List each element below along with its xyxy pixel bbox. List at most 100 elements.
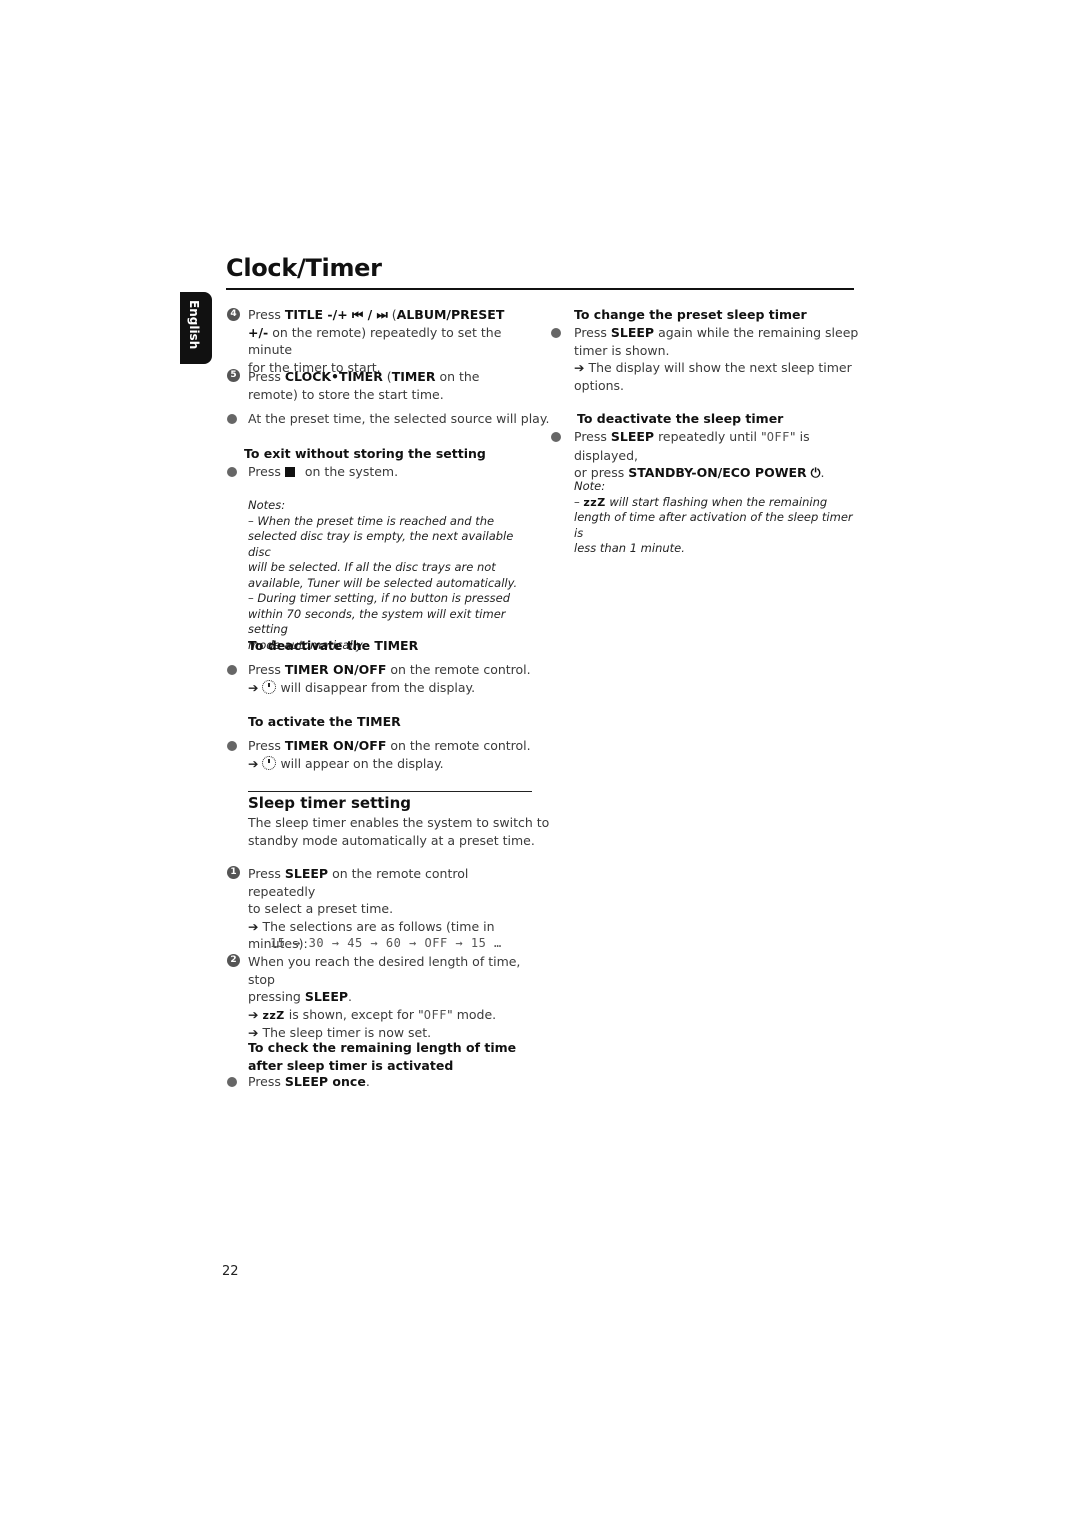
deactivate-timer-text: Press TIMER ON/OFF on the remote control…	[248, 661, 531, 696]
language-tab: English	[180, 292, 212, 364]
activate-pre: Press	[248, 738, 285, 753]
step-number-5: 5	[227, 369, 240, 382]
sleep-note-block: Note: – zzZ will start flashing when the…	[574, 479, 859, 557]
sleep-key: SLEEP	[610, 325, 655, 340]
step-4-line2: on the remote) repeatedly to set the min…	[248, 324, 502, 358]
timer-clock-icon	[262, 679, 277, 694]
deact-post1: repeatedly until "	[654, 429, 767, 444]
sleep-step-1-line3: The selections are as follows (time in	[258, 918, 495, 934]
sleep-sequence-display: 15 → 30 → 45 → 60 → OFF → 15 …	[270, 936, 502, 950]
sleep-section-title: Sleep timer setting	[248, 794, 411, 812]
page-title: Clock/Timer	[226, 254, 382, 282]
sleep-result-text: is shown, except for "	[284, 1006, 424, 1022]
bullet-icon	[227, 1077, 237, 1087]
activate-key: TIMER ON/OFF	[284, 738, 387, 753]
deact-line2-pre: or press	[574, 465, 629, 480]
deactivate-sleep-heading: To deactivate the sleep timer	[577, 411, 784, 426]
note-line: less than 1 minute.	[574, 541, 685, 555]
exit-text: Press on the system.	[248, 463, 398, 481]
note-line: – When the preset time is reached and th…	[248, 513, 495, 528]
power-icon: ⏻	[810, 465, 821, 480]
standby-key: STANDBY-ON/ECO POWER	[628, 465, 807, 480]
deact-end: .	[820, 465, 825, 480]
deact-pre: Press	[574, 429, 611, 444]
change-line3: The display will show the next sleep tim…	[584, 360, 852, 375]
arrow-icon: ➔	[248, 1025, 259, 1040]
sleep-step-2-post: .	[348, 989, 353, 1004]
step-number-1: 1	[227, 866, 240, 879]
activate-post: on the remote control.	[386, 738, 531, 753]
activate-timer-heading: To activate the TIMER	[248, 714, 401, 729]
sleep-key: SLEEP	[284, 866, 329, 881]
check-key: SLEEP once	[284, 1074, 366, 1089]
bullet-icon	[227, 414, 237, 424]
step-number-4: 4	[227, 308, 240, 321]
exit-heading: To exit without storing the setting	[244, 446, 486, 461]
step-5-pre: Press	[248, 369, 285, 384]
section-divider	[248, 791, 532, 792]
arrow-icon: ➔	[248, 1006, 259, 1022]
sleep-key: SLEEP	[304, 989, 349, 1004]
stop-icon	[284, 467, 295, 477]
off-display: OFF	[766, 430, 790, 444]
activate-result: will appear on the display.	[276, 755, 444, 771]
page-number: 22	[222, 1264, 239, 1279]
note-line: available, Tuner will be selected automa…	[248, 575, 518, 590]
step-4-title-keys: TITLE -/+ ⏮ / ⏭	[284, 307, 388, 322]
language-tab-label: English	[187, 300, 201, 350]
step-4-mid: (	[387, 307, 397, 322]
preset-bullet-text: At the preset time, the selected source …	[248, 411, 550, 426]
notes-label: Notes:	[248, 498, 286, 512]
step-4-album-preset: ALBUM/PRESET	[396, 307, 505, 322]
notes-block: Notes: – When the preset time is reached…	[248, 498, 538, 653]
change-sleep-heading: To change the preset sleep timer	[574, 307, 807, 322]
bullet-icon	[551, 328, 561, 338]
check-post: .	[365, 1074, 370, 1089]
change-pre: Press	[574, 325, 611, 340]
check-pre: Press	[248, 1074, 285, 1089]
change-sleep-text: Press SLEEP again while the remaining sl…	[574, 324, 859, 394]
sleep-step-2: When you reach the desired length of tim…	[248, 953, 538, 1042]
deactivate-result: will disappear from the display.	[276, 679, 476, 695]
step-5-post: on the	[435, 369, 480, 384]
bullet-icon	[227, 467, 237, 477]
note-line: selected disc tray is empty, the next av…	[248, 529, 514, 559]
step-5-text: Press CLOCK•TIMER (TIMER on the remote) …	[248, 368, 538, 403]
bullet-icon	[551, 432, 561, 442]
change-line2: timer is shown.	[574, 342, 670, 358]
activate-timer-text: Press TIMER ON/OFF on the remote control…	[248, 737, 531, 772]
deactivate-timer-heading: To deactivate the TIMER	[248, 638, 419, 653]
arrow-icon: ➔	[574, 360, 585, 375]
change-line4: options.	[574, 377, 625, 393]
check-remaining-text: Press SLEEP once.	[248, 1073, 370, 1091]
step-number-2: 2	[227, 954, 240, 967]
sleep-step-2-line1: When you reach the desired length of tim…	[248, 954, 521, 987]
deactivate-pre: Press	[248, 662, 285, 677]
sleep-step-1-line2: to select a preset time.	[248, 901, 394, 916]
step-5-mid: (	[382, 369, 392, 384]
check-remaining-heading: To check the remaining length of time af…	[248, 1039, 516, 1074]
arrow-icon: ➔	[248, 755, 259, 771]
bullet-icon	[227, 665, 237, 675]
deactivate-post: on the remote control.	[386, 662, 531, 677]
sleep-step-1-pre: Press	[248, 866, 285, 881]
change-post: again while the remaining sleep	[654, 325, 859, 340]
step-4-plusminus: +/-	[248, 324, 269, 340]
sleep-intro: The sleep timer enables the system to sw…	[248, 814, 549, 849]
check-heading-line1: To check the remaining length of time	[248, 1040, 517, 1055]
note-line: length of time after activation of the s…	[574, 510, 853, 540]
check-heading-line2: after sleep timer is activated	[248, 1057, 454, 1073]
step-4-pre: Press	[248, 307, 285, 322]
sleep-intro-line: standby mode automatically at a preset t…	[248, 832, 535, 848]
step-4-text: Press TITLE -/+ ⏮ / ⏭ (ALBUM/PRESET +/- …	[248, 306, 538, 376]
step-5-timer: TIMER	[391, 369, 436, 384]
step-5-line2: remote) to store the start time.	[248, 386, 444, 402]
exit-pre: Press	[248, 464, 281, 479]
sleep-result-2: The sleep timer is now set.	[258, 1025, 432, 1040]
timer-clock-icon	[262, 755, 277, 770]
sleep-result-end: " mode.	[446, 1006, 497, 1022]
note-label: Note:	[574, 479, 606, 493]
note-line: will start flashing when the remaining	[605, 494, 828, 509]
note-line: – During timer setting, if no button is …	[248, 591, 511, 605]
deactivate-sleep-text: Press SLEEP repeatedly until "OFF" is di…	[574, 428, 864, 482]
